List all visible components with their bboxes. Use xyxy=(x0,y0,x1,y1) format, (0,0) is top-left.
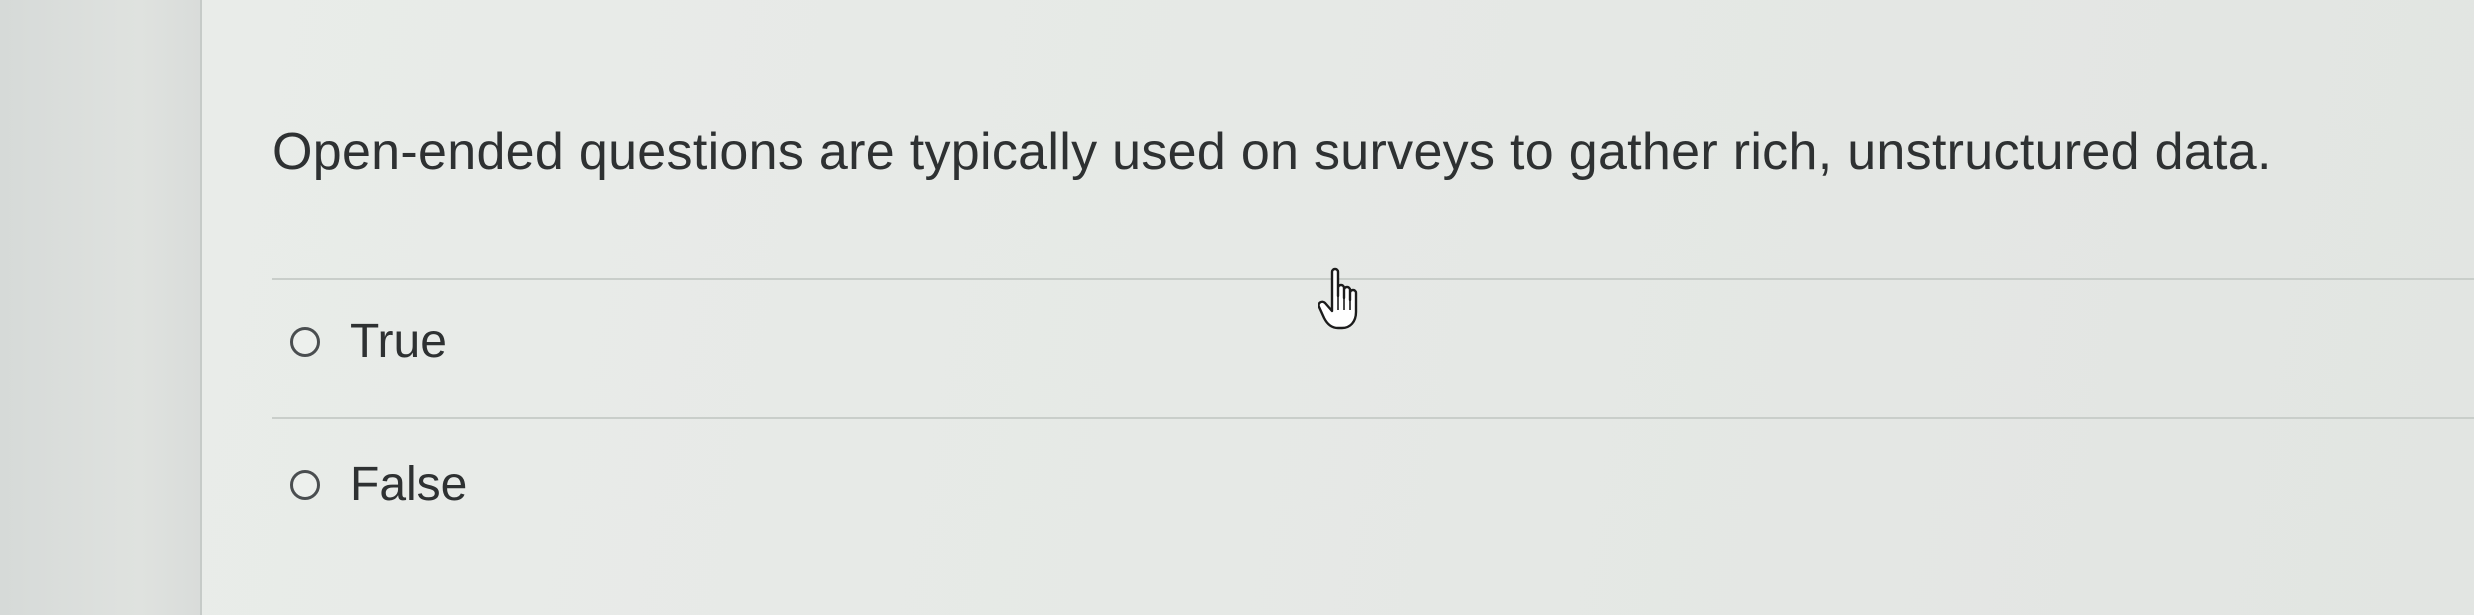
question-text: Open-ended questions are typically used … xyxy=(272,123,2272,181)
radio-true[interactable] xyxy=(290,327,320,357)
option-true[interactable]: True xyxy=(290,302,447,382)
option-false[interactable]: False xyxy=(290,445,467,525)
option-false-label[interactable]: False xyxy=(350,455,467,515)
divider xyxy=(272,278,2474,280)
option-true-label[interactable]: True xyxy=(350,312,447,372)
radio-false[interactable] xyxy=(290,470,320,500)
hand-pointer-icon xyxy=(1318,267,1358,330)
left-gutter xyxy=(0,0,200,615)
divider xyxy=(272,417,2474,419)
